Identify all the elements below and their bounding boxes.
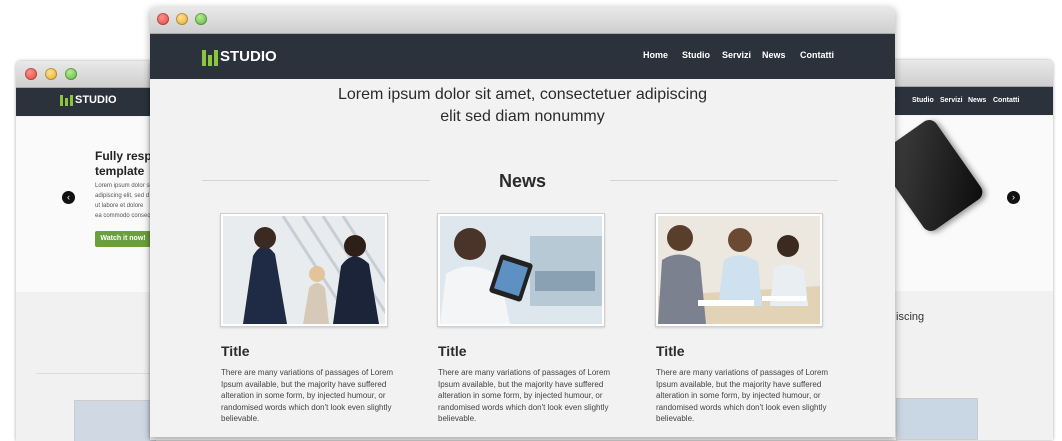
browser-window-main: STUDIO Home Studio Servizi News Contatti… [150, 7, 895, 437]
news-card-title[interactable]: Title [438, 343, 467, 359]
nav-news[interactable]: News [968, 97, 986, 104]
site-logo[interactable]: STUDIO [202, 48, 277, 66]
watch-now-button[interactable]: Watch it now! [95, 231, 151, 247]
nav-contatti[interactable]: Contatti [800, 50, 834, 60]
maximize-window-icon[interactable] [195, 13, 207, 25]
slider-next-icon[interactable]: › [1007, 191, 1020, 204]
news-card-image[interactable] [655, 213, 823, 327]
news-card-image[interactable] [220, 213, 415, 327]
logo-bars-icon [60, 94, 75, 107]
slider-prev-icon[interactable]: ‹ [62, 191, 75, 204]
site-logo[interactable]: STUDIO [60, 94, 117, 107]
nav-contatti[interactable]: Contatti [993, 97, 1019, 104]
section-divider-right [610, 180, 838, 181]
news-card-title[interactable]: Title [656, 343, 685, 359]
intro-text: Lorem ipsum dolor sit amet, consectetuer… [337, 86, 708, 125]
nav-news[interactable]: News [762, 50, 786, 60]
business-people-photo [223, 215, 415, 325]
nav-servizi[interactable]: Servizi [722, 50, 751, 60]
news-card-text: There are many variations of passages of… [221, 368, 394, 423]
logo-bars-icon [202, 49, 220, 66]
tablet-user-photo [440, 216, 602, 324]
news-image-thumb [74, 400, 156, 441]
news-card-text: There are many variations of passages of… [438, 368, 611, 423]
news-card-title[interactable]: Title [221, 343, 250, 359]
site-navbar: STUDIO Home Studio Servizi News Contatti [150, 34, 895, 79]
nav-studio[interactable]: Studio [912, 97, 934, 104]
news-card-text: There are many variations of passages of… [656, 368, 829, 423]
minimize-window-icon[interactable] [176, 13, 188, 25]
minimize-window-icon[interactable] [45, 68, 57, 80]
close-window-icon[interactable] [25, 68, 37, 80]
window-titlebar [150, 7, 895, 34]
nav-servizi[interactable]: Servizi [940, 97, 963, 104]
intro-text-partial: iscing [896, 311, 925, 323]
news-image-thumb [896, 398, 978, 440]
maximize-window-icon[interactable] [65, 68, 77, 80]
students-studying-photo [658, 216, 820, 324]
news-card-image[interactable] [437, 213, 605, 327]
nav-home[interactable]: Home [643, 50, 668, 60]
close-window-icon[interactable] [157, 13, 169, 25]
hero-text: Lorem ipsum dolor si adipiscing elit, se… [95, 183, 155, 219]
section-title: News [498, 171, 547, 191]
nav-studio[interactable]: Studio [682, 50, 710, 60]
